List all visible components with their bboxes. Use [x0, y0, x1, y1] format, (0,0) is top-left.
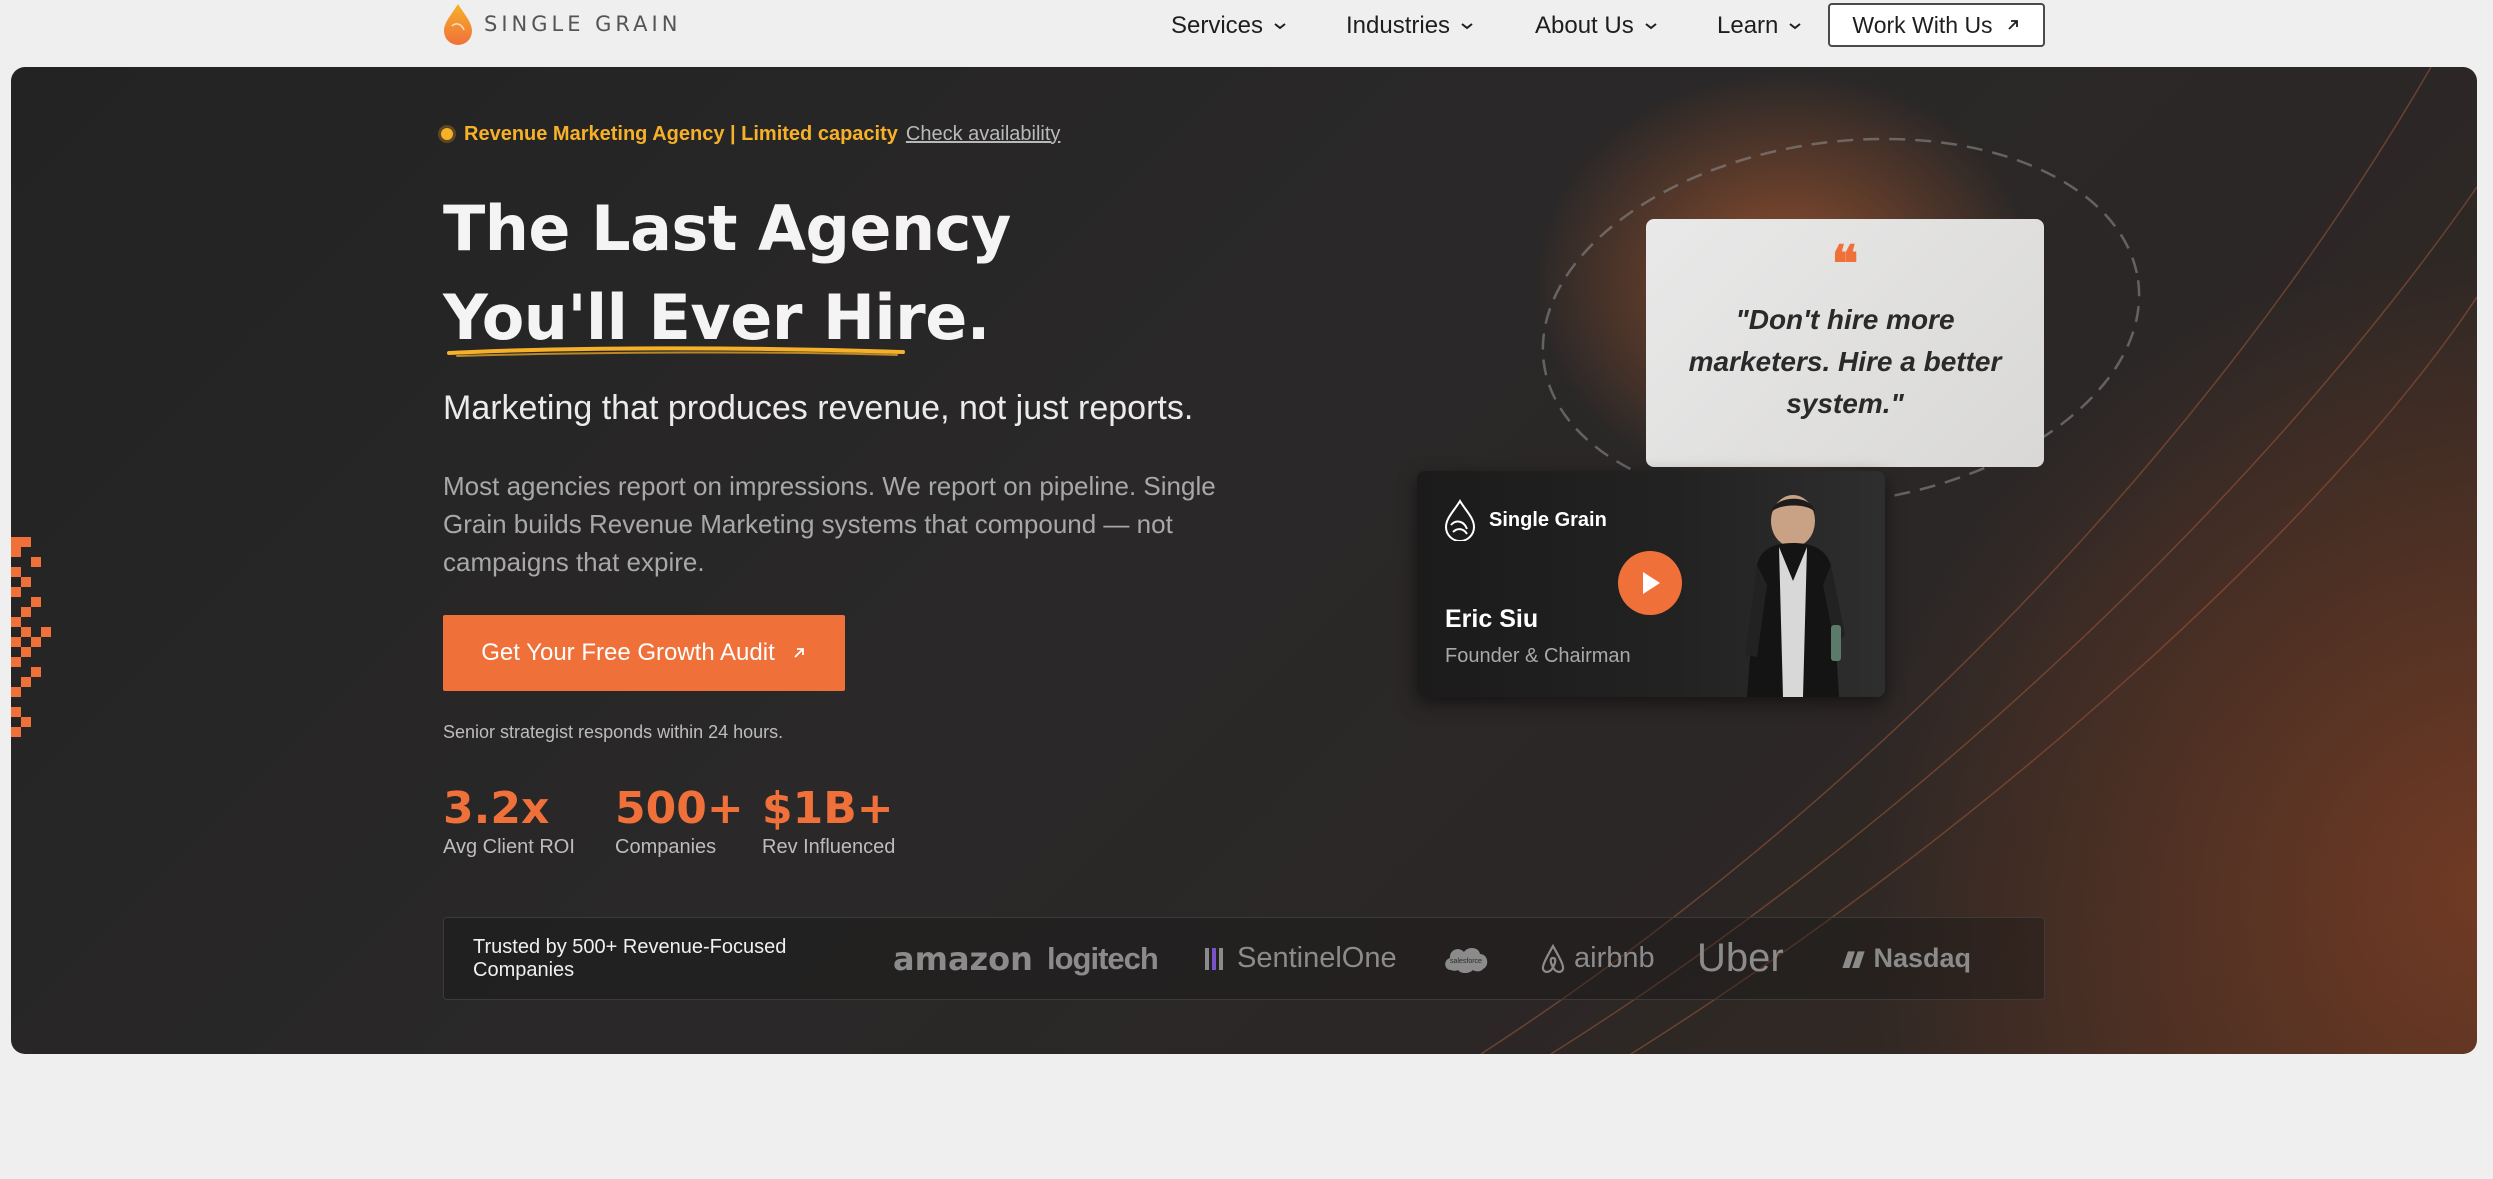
- salesforce-logo: salesforce: [1441, 942, 1538, 976]
- founder-photo: [1745, 495, 1845, 697]
- hero-headline: The Last Agency You'll Ever Hire.: [443, 184, 1011, 362]
- headline-line-1: The Last Agency: [443, 192, 1011, 265]
- site-logo[interactable]: SINGLE GRAIN: [442, 0, 681, 48]
- stat-label: Companies: [615, 836, 717, 858]
- nav-services[interactable]: Services: [1171, 10, 1287, 42]
- hero-section: Revenue Marketing Agency | Limited capac…: [11, 67, 2477, 1054]
- growth-audit-button[interactable]: Get Your Free Growth Audit: [443, 615, 845, 691]
- stat-value: $1B+: [762, 783, 894, 834]
- cta-note: Senior strategist responds within 24 hou…: [443, 722, 784, 742]
- speaker-role: Founder & Chairman: [1445, 645, 1631, 667]
- check-availability-link[interactable]: Check availability: [906, 123, 1061, 146]
- sentinelone-icon: [1205, 947, 1223, 970]
- video-brand-label: Single Grain: [1489, 508, 1607, 531]
- logo-wordmark: SINGLE GRAIN: [484, 12, 682, 36]
- chevron-down-icon: [1789, 23, 1802, 30]
- work-with-us-button[interactable]: Work With Us: [1828, 3, 2045, 47]
- play-icon: [1643, 572, 1660, 594]
- sentinelone-logo-text: SentinelOne: [1237, 942, 1397, 974]
- badge-text: Revenue Marketing Agency | Limited capac…: [464, 122, 898, 145]
- nasdaq-logo: Nasdaq: [1841, 943, 1971, 974]
- stat-value: 500+: [615, 783, 744, 834]
- hero-body: Most agencies report on impressions. We …: [443, 471, 1216, 577]
- nav-about-us-label: About Us: [1535, 12, 1634, 39]
- stat-label: Rev Influenced: [762, 836, 896, 858]
- nasdaq-icon: [1842, 950, 1865, 968]
- logitech-logo: logitech: [1047, 941, 1203, 977]
- availability-badge: Revenue Marketing Agency | Limited capac…: [438, 117, 1060, 151]
- stat-label: Avg Client ROI: [443, 836, 575, 858]
- uber-logo: Uber: [1697, 936, 1841, 981]
- video-brand: Single Grain: [1443, 499, 1607, 541]
- play-button[interactable]: [1618, 551, 1682, 615]
- logo-drop-icon: [444, 4, 472, 45]
- trusted-label: Trusted by 500+ Revenue-Focused Companie…: [473, 935, 787, 981]
- quote-mark-icon: ❝: [1831, 234, 1859, 293]
- logitech-logo-text: logitech: [1047, 940, 1159, 976]
- founder-video-card[interactable]: Single Grain Eric Siu Founder & Chairman: [1417, 471, 1885, 697]
- client-logos: amazon logitech SentinelOne salesforce a…: [893, 936, 1971, 981]
- top-nav: SINGLE GRAIN Services Industries About U…: [0, 0, 2493, 66]
- status-dot-icon: [438, 125, 456, 143]
- pixel-art: [11, 537, 51, 737]
- work-with-us-label: Work With Us: [1852, 11, 1993, 38]
- airbnb-logo-text: airbnb: [1574, 942, 1655, 974]
- arrow-up-right-icon: [794, 648, 804, 658]
- arrow-up-right-icon: [2007, 20, 2018, 30]
- salesforce-logo-text: salesforce: [1450, 958, 1482, 965]
- nav-industries[interactable]: Industries: [1346, 10, 1474, 42]
- amazon-logo: amazon: [893, 940, 1047, 978]
- stat-companies: 500+ Companies: [615, 783, 744, 859]
- speaker-name: Eric Siu: [1445, 605, 1539, 633]
- trusted-by-strip: Trusted by 500+ Revenue-Focused Companie…: [443, 917, 2045, 1000]
- airbnb-logo: airbnb: [1538, 942, 1697, 975]
- uber-logo-text: Uber: [1697, 936, 1784, 980]
- testimonial-quote-card: ❝ "Don't hire more marketers. Hire a bet…: [1646, 219, 2044, 467]
- airbnb-icon: [1541, 943, 1565, 973]
- quote-text: "Don't hire more marketers. Hire a bette…: [1688, 304, 2002, 419]
- nav-about-us[interactable]: About Us: [1535, 10, 1658, 42]
- nasdaq-logo-text: Nasdaq: [1873, 943, 1971, 973]
- growth-audit-label: Get Your Free Growth Audit: [481, 639, 775, 666]
- amazon-logo-text: amazon: [893, 939, 1033, 978]
- nav-learn[interactable]: Learn: [1717, 10, 1802, 42]
- nav-services-label: Services: [1171, 12, 1264, 39]
- headline-underline: [447, 346, 905, 357]
- chevron-down-icon: [1645, 23, 1657, 30]
- stat-value: 3.2x: [443, 783, 550, 834]
- salesforce-cloud-icon: salesforce: [1445, 947, 1488, 973]
- chevron-down-icon: [1461, 23, 1473, 30]
- nav-industries-label: Industries: [1346, 12, 1451, 39]
- single-grain-logo-icon: [1444, 499, 1476, 541]
- stat-revenue: $1B+ Rev Influenced: [762, 783, 895, 859]
- chevron-down-icon: [1274, 23, 1286, 30]
- sentinelone-logo: SentinelOne: [1203, 942, 1441, 975]
- stat-roi: 3.2x Avg Client ROI: [443, 783, 575, 859]
- hero-subhead: Marketing that produces revenue, not jus…: [443, 389, 1194, 427]
- nav-learn-label: Learn: [1717, 12, 1779, 39]
- hero-decoration: [11, 67, 2477, 1054]
